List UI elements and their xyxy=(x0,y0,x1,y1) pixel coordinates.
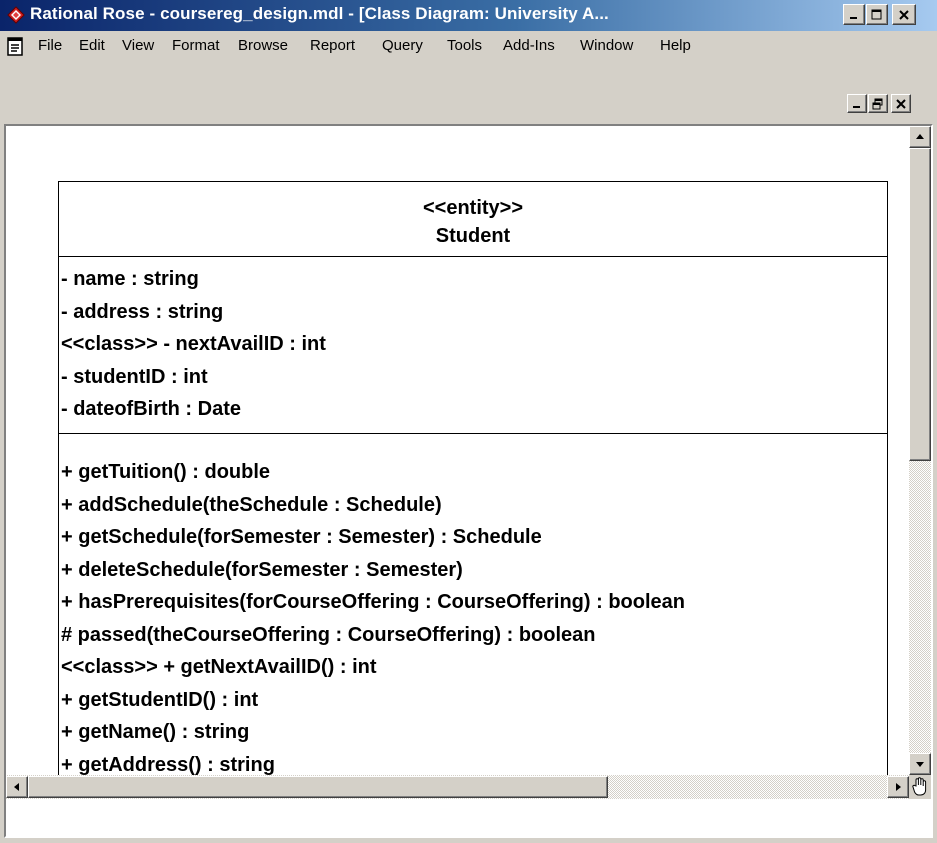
close-icon xyxy=(899,9,909,20)
menu-bar: File Edit View Format Browse Report Quer… xyxy=(0,31,937,62)
operation: + getName() : string xyxy=(61,721,250,743)
attribute: - dateofBirth : Date xyxy=(61,398,241,420)
operation: <<class>> + getNextAvailID() : int xyxy=(61,656,377,678)
arrow-left-icon xyxy=(14,783,19,791)
minimize-icon xyxy=(853,105,860,108)
scroll-left-button[interactable] xyxy=(6,776,28,798)
child-minimize-button[interactable] xyxy=(847,94,867,113)
scroll-down-button[interactable] xyxy=(909,753,931,775)
menu-report[interactable]: Report xyxy=(310,37,355,54)
class-header: <<entity>> Student xyxy=(59,182,887,257)
menu-browse[interactable]: Browse xyxy=(238,37,288,54)
horizontal-scrollbar[interactable] xyxy=(6,775,909,799)
menu-view[interactable]: View xyxy=(122,37,154,54)
menu-file[interactable]: File xyxy=(38,37,62,54)
operation: + getAddress() : string xyxy=(61,753,275,776)
close-icon xyxy=(896,98,906,109)
menu-edit[interactable]: Edit xyxy=(79,37,105,54)
menu-help[interactable]: Help xyxy=(660,37,691,54)
scroll-right-button[interactable] xyxy=(887,776,909,798)
attribute: - name : string xyxy=(61,268,199,290)
operation: + getSchedule(forSemester : Semester) : … xyxy=(61,526,542,548)
rational-rose-icon xyxy=(7,6,25,24)
operation: + addSchedule(theSchedule : Schedule) xyxy=(61,493,442,516)
menu-format[interactable]: Format xyxy=(172,37,220,54)
diagram-canvas[interactable]: <<entity>> Student - name : string - add… xyxy=(6,126,909,775)
arrow-down-icon xyxy=(916,762,924,767)
class-name: Student xyxy=(435,225,511,247)
horizontal-scroll-thumb[interactable] xyxy=(28,776,608,798)
class-operations: + getTuition() : double + addSchedule(th… xyxy=(59,434,887,775)
operation: + hasPrerequisites(forCourseOffering : C… xyxy=(61,591,685,613)
class-stereotype: <<entity>> xyxy=(422,197,524,219)
menu-tools[interactable]: Tools xyxy=(447,37,482,54)
operation: + getTuition() : double xyxy=(61,461,271,483)
maximize-icon xyxy=(871,9,882,19)
vertical-scroll-thumb[interactable] xyxy=(909,148,931,461)
menu-add-ins[interactable]: Add-Ins xyxy=(503,37,555,54)
child-close-button[interactable] xyxy=(891,94,911,113)
scroll-up-button[interactable] xyxy=(909,126,931,148)
child-restore-button[interactable] xyxy=(868,94,888,113)
vertical-scrollbar[interactable] xyxy=(909,126,931,775)
hand-pan-icon xyxy=(912,777,927,796)
operation: # passed(theCourseOffering : CourseOffer… xyxy=(61,623,596,646)
close-button[interactable] xyxy=(892,4,916,25)
uml-class-student[interactable]: <<entity>> Student - name : string - add… xyxy=(58,181,888,775)
arrow-right-icon xyxy=(896,783,901,791)
attribute: <<class>> - nextAvailID : int xyxy=(61,333,326,355)
diagram-window: <<entity>> Student - name : string - add… xyxy=(4,124,933,838)
minimize-icon xyxy=(850,16,857,19)
minimize-button[interactable] xyxy=(843,4,865,25)
attribute: - studentID : int xyxy=(61,365,208,388)
restore-icon xyxy=(872,98,883,109)
maximize-button[interactable] xyxy=(866,4,888,25)
title-bar[interactable]: Rational Rose - coursereg_design.mdl - [… xyxy=(0,0,937,31)
operation: + getStudentID() : int xyxy=(61,688,259,711)
document-icon[interactable] xyxy=(7,37,24,56)
menu-window[interactable]: Window xyxy=(580,37,633,54)
operation: + deleteSchedule(forSemester : Semester) xyxy=(61,558,463,581)
window-title: Rational Rose - coursereg_design.mdl - [… xyxy=(30,4,609,23)
class-attributes: - name : string - address : string <<cla… xyxy=(59,257,887,434)
pan-corner[interactable] xyxy=(909,775,931,799)
menu-query[interactable]: Query xyxy=(382,37,423,54)
attribute: - address : string xyxy=(61,300,224,323)
arrow-up-icon xyxy=(916,134,924,139)
